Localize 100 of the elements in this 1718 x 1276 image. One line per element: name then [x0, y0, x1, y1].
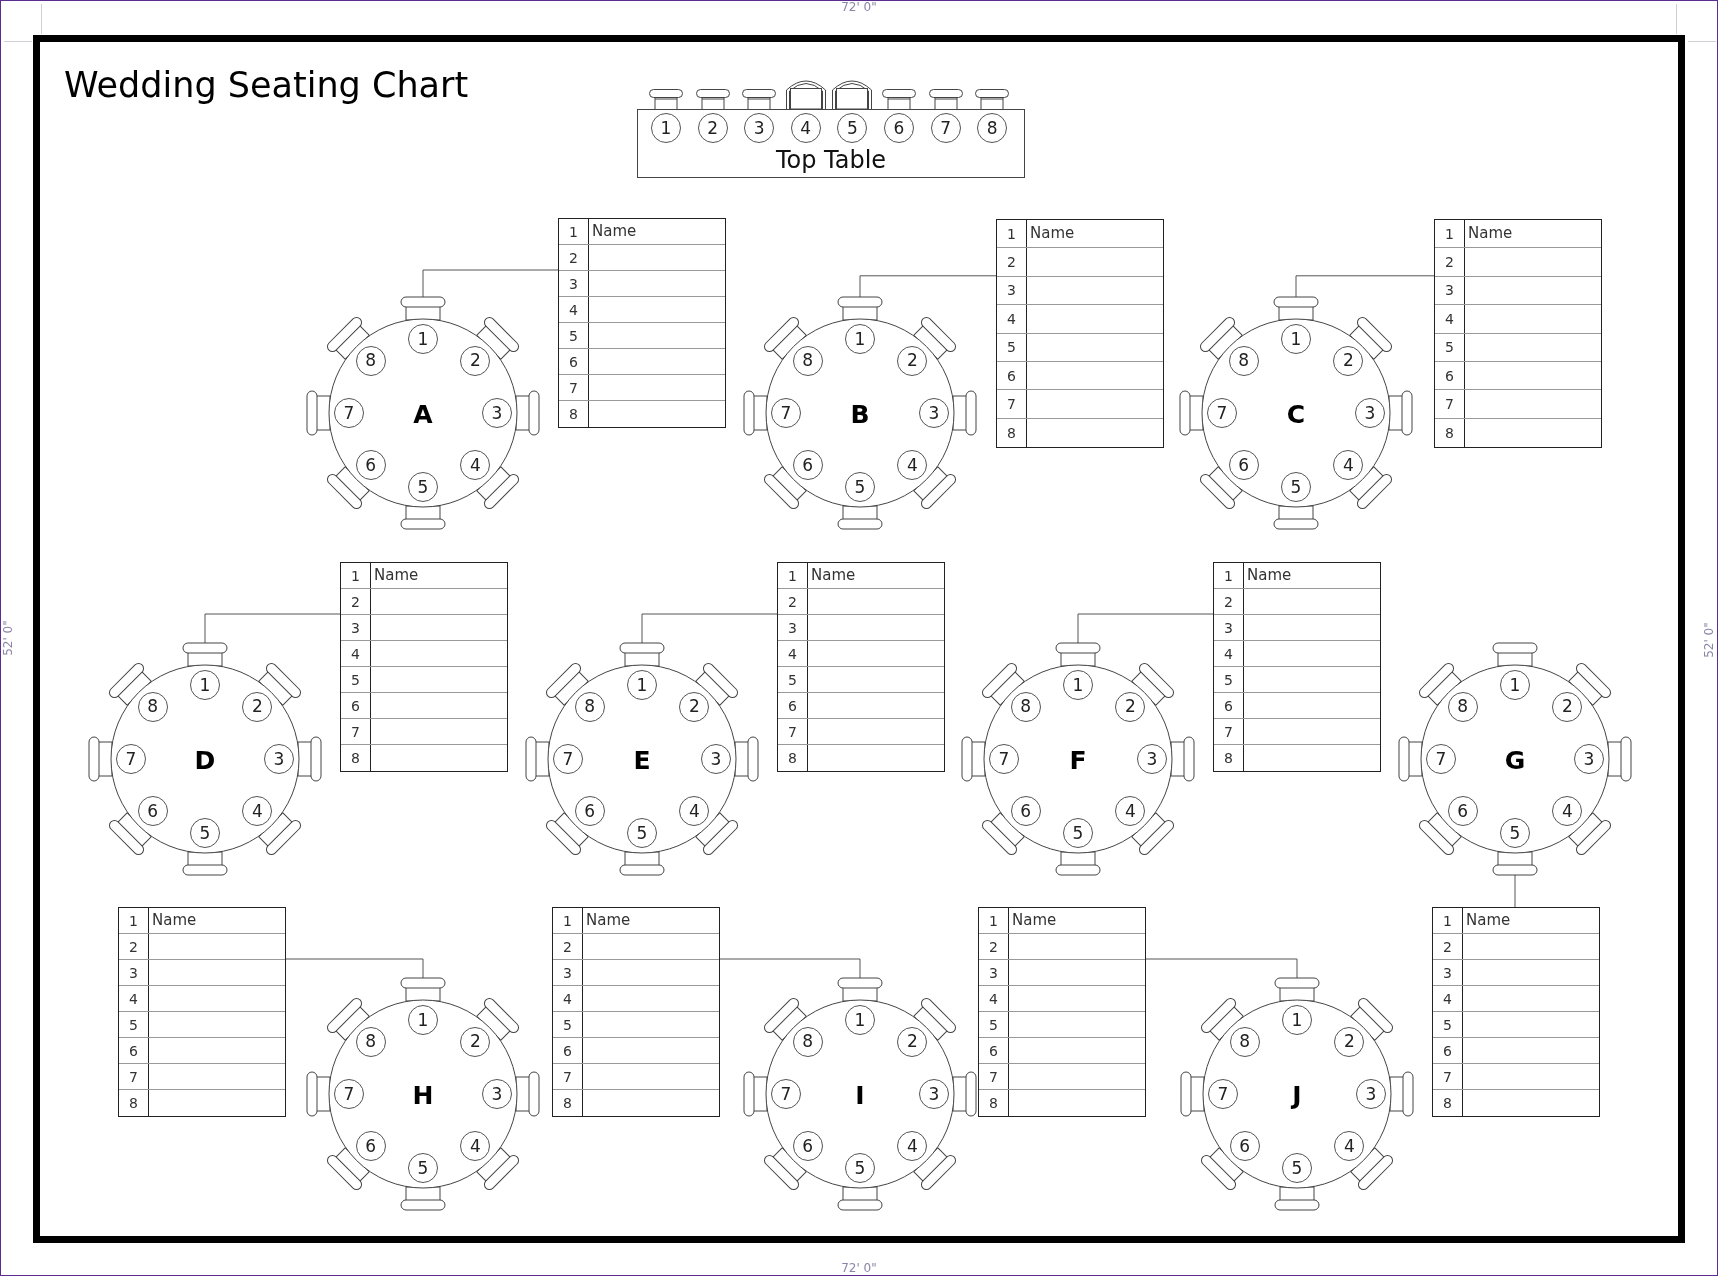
- row-number: 8: [788, 751, 797, 765]
- row-number: 1: [989, 913, 998, 928]
- table-label: G: [1504, 747, 1526, 773]
- table-label: J: [1292, 1082, 1302, 1108]
- row-number: 8: [989, 1096, 998, 1110]
- seat-number: 4: [790, 113, 821, 143]
- row-number: 3: [1007, 283, 1016, 298]
- ruler-label: 72' 0": [841, 1, 877, 13]
- row-number: 8: [563, 1096, 572, 1110]
- chair: [400, 505, 446, 530]
- row-number: 6: [788, 698, 797, 713]
- chair: [837, 296, 883, 321]
- chair: [1388, 390, 1413, 436]
- row-number: 7: [351, 724, 360, 739]
- name-label: Name: [1030, 226, 1075, 242]
- row-number: 2: [1443, 939, 1452, 954]
- chair: [515, 1071, 540, 1117]
- row-number: 5: [129, 1017, 138, 1032]
- row-number: 4: [351, 646, 360, 661]
- row-number: 2: [351, 594, 360, 609]
- name-label: Name: [586, 913, 631, 928]
- chair: [952, 390, 977, 436]
- row-number: 4: [1007, 311, 1016, 326]
- table-label: F: [1069, 747, 1087, 773]
- chair: [1274, 1186, 1320, 1211]
- row-number: 5: [788, 672, 797, 687]
- row-number: 6: [1007, 368, 1016, 383]
- name-label: Name: [152, 913, 197, 928]
- row-number: 1: [788, 568, 797, 583]
- row-number: 2: [563, 939, 572, 954]
- row-number: 1: [1007, 226, 1016, 241]
- row-number: 6: [1445, 368, 1454, 383]
- chair: [400, 296, 446, 321]
- row-number: 1: [563, 913, 572, 928]
- row-number: 3: [788, 620, 797, 635]
- chair: [306, 390, 331, 436]
- chart-title: Wedding Seating Chart: [64, 65, 469, 105]
- chair: [400, 1186, 446, 1211]
- row-number: 3: [1443, 965, 1452, 980]
- row-number: 7: [1445, 397, 1454, 412]
- chair: [182, 642, 228, 667]
- row-number: 3: [129, 965, 138, 980]
- chair: [734, 736, 759, 782]
- chair: [619, 851, 665, 876]
- chair: [837, 1186, 883, 1211]
- table-label: A: [413, 401, 433, 427]
- name-label: Name: [1247, 568, 1292, 583]
- row-number: 6: [351, 698, 360, 713]
- chair: [1273, 296, 1319, 321]
- chair: [1179, 390, 1204, 436]
- chair: [88, 736, 113, 782]
- row-number: 1: [1445, 226, 1454, 241]
- row-number: 6: [129, 1043, 138, 1058]
- row-number: 4: [788, 646, 797, 661]
- row-number: 5: [1445, 340, 1454, 355]
- row-number: 2: [1445, 255, 1454, 270]
- row-number: 6: [569, 354, 578, 369]
- row-number: 5: [351, 672, 360, 687]
- chair: [525, 736, 550, 782]
- chair: [182, 851, 228, 876]
- row-number: 2: [1007, 255, 1016, 270]
- row-number: 8: [569, 407, 578, 421]
- name-label: Name: [811, 568, 856, 583]
- row-number: 4: [129, 991, 138, 1006]
- table-label: Top Table: [775, 147, 887, 173]
- row-number: 5: [1443, 1017, 1452, 1032]
- seat-number: 1: [651, 113, 681, 143]
- chair: [306, 1071, 331, 1117]
- chair: [1170, 736, 1195, 782]
- chair: [743, 390, 768, 436]
- chair: [961, 736, 986, 782]
- ruler-label: 52' 0": [2, 620, 14, 656]
- row-number: 4: [569, 302, 578, 317]
- name-label: Name: [374, 568, 419, 583]
- row-number: 4: [989, 991, 998, 1006]
- row-number: 8: [1443, 1096, 1452, 1110]
- chair: [1274, 977, 1320, 1002]
- row-number: 4: [563, 991, 572, 1006]
- chair: [1607, 736, 1632, 782]
- row-number: 8: [1224, 751, 1233, 765]
- seat-number: 5: [837, 113, 868, 143]
- row-number: 7: [569, 380, 578, 395]
- row-number: 3: [1445, 283, 1454, 298]
- row-number: 7: [1007, 397, 1016, 412]
- name-label: Name: [1468, 226, 1513, 242]
- row-number: 2: [129, 939, 138, 954]
- row-number: 4: [1443, 991, 1452, 1006]
- chair: [1180, 1071, 1205, 1117]
- chair: [837, 977, 883, 1002]
- chair: [837, 505, 883, 530]
- ruler-label: 52' 0": [1703, 622, 1715, 658]
- row-number: 8: [129, 1096, 138, 1110]
- row-number: 2: [569, 250, 578, 265]
- row-number: 7: [1224, 724, 1233, 739]
- table-label: H: [412, 1082, 434, 1108]
- chair: [515, 390, 540, 436]
- seat-number: 3: [744, 113, 775, 143]
- chair: [1389, 1071, 1414, 1117]
- row-number: 1: [129, 913, 138, 928]
- leader-line: [1514, 874, 1516, 908]
